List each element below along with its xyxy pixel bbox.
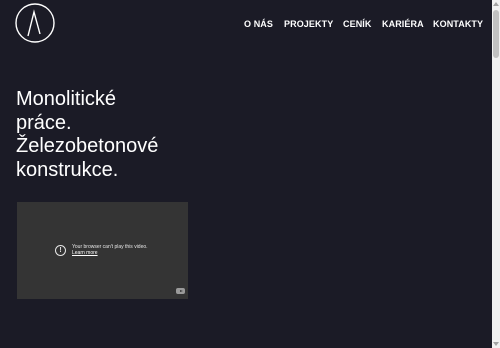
nav-item-cenik[interactable]: CENÍK [343,18,372,30]
hero-line: Železobetonové [16,135,159,157]
main-nav: O NÁS PROJEKTY CENÍK KARIÉRA KONTAKTY [0,18,492,30]
scroll-down-icon[interactable] [493,342,499,346]
scrollbar[interactable] [492,0,500,348]
hero-headline: Monolitické práce. Železobetonové konstr… [16,88,216,182]
learn-more-link[interactable]: Learn more [72,250,98,256]
video-error-message: ! Your browser can't play this video. Le… [55,244,165,258]
nav-item-o-nas[interactable]: O NÁS [244,18,273,30]
nav-item-kontakty[interactable]: KONTAKTY [433,18,483,30]
scroll-up-icon[interactable] [493,2,499,6]
nav-item-kariera[interactable]: KARIÉRA [382,18,424,30]
hero-line: Monolitické [16,88,117,110]
hero-line: konstrukce. [16,158,119,181]
hero-line: práce. [16,111,72,134]
info-icon: ! [55,245,66,256]
youtube-icon[interactable] [176,288,185,294]
nav-item-projekty[interactable]: PROJEKTY [284,18,333,30]
scrollbar-thumb[interactable] [493,10,499,58]
page: O NÁS PROJEKTY CENÍK KARIÉRA KONTAKTY Mo… [0,0,500,348]
